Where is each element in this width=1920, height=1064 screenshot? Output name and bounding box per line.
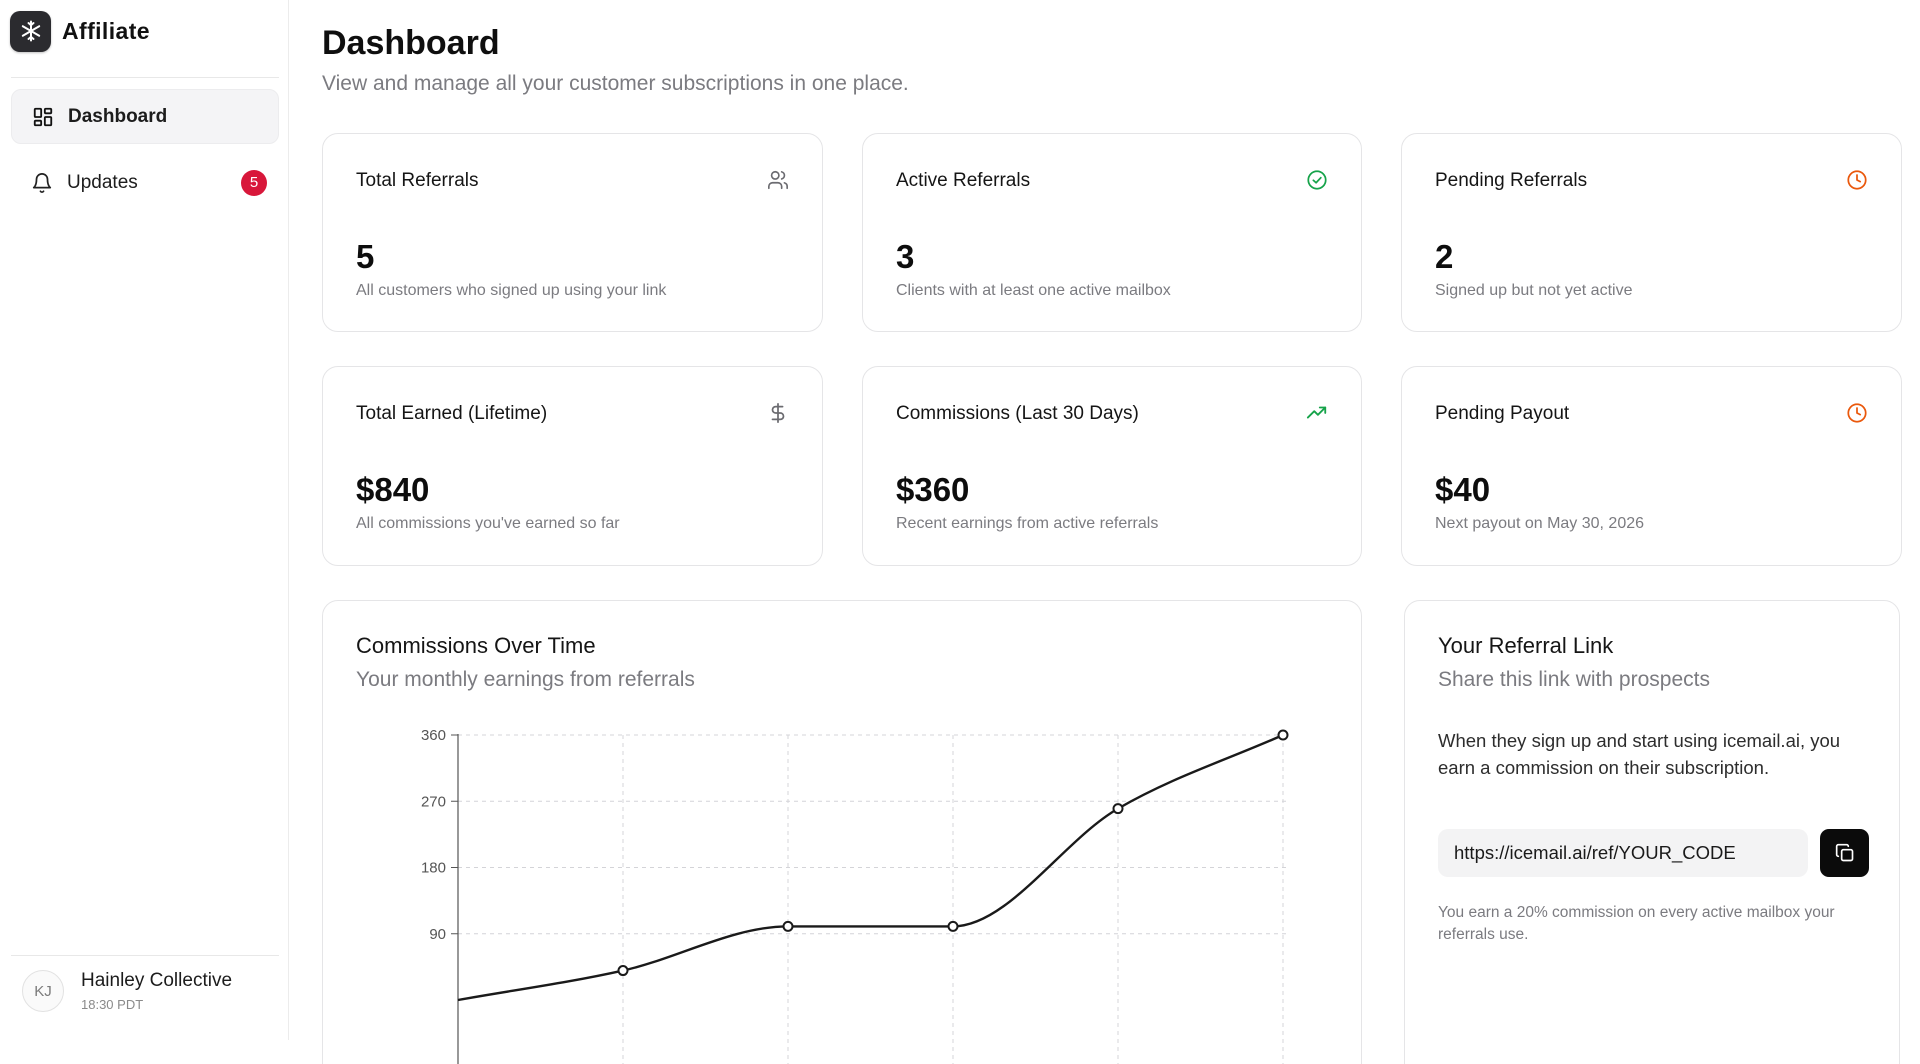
stat-card-pending-referrals: Pending Referrals 2 Signed up but not ye… bbox=[1401, 133, 1902, 332]
y-tick-label: 90 bbox=[429, 926, 446, 943]
y-tick-label: 270 bbox=[421, 793, 446, 810]
data-point bbox=[1112, 803, 1124, 815]
stat-label: Commissions (Last 30 Days) bbox=[896, 403, 1139, 424]
sidebar-item-updates[interactable]: Updates 5 bbox=[11, 155, 279, 210]
brand[interactable]: Affiliate bbox=[10, 10, 150, 52]
grid-icon bbox=[30, 104, 56, 130]
data-point bbox=[1277, 729, 1289, 741]
stat-description: All commissions you've earned so far bbox=[356, 515, 620, 532]
stat-value: 2 bbox=[1435, 238, 1454, 275]
sidebar-item-dashboard[interactable]: Dashboard bbox=[11, 89, 279, 144]
notification-badge: 5 bbox=[241, 169, 267, 196]
referral-link-field[interactable] bbox=[1438, 829, 1808, 877]
divider bbox=[11, 77, 279, 78]
stat-value: $360 bbox=[896, 471, 970, 508]
stat-card-active-referrals: Active Referrals 3 Clients with at least… bbox=[862, 133, 1362, 332]
stat-label: Pending Referrals bbox=[1435, 170, 1588, 191]
users-icon bbox=[766, 168, 790, 192]
stat-description: Signed up but not yet active bbox=[1435, 282, 1633, 299]
clock-icon bbox=[1845, 401, 1869, 425]
stat-description: Recent earnings from active referrals bbox=[896, 515, 1159, 532]
stat-description: Clients with at least one active mailbox bbox=[896, 282, 1171, 299]
user-profile[interactable]: KJ Hainley Collective 18:30 PDT bbox=[22, 970, 232, 1012]
divider bbox=[11, 955, 279, 956]
user-time: 18:30 PDT bbox=[81, 997, 144, 1012]
stat-value: $840 bbox=[356, 471, 430, 508]
sidebar-item-label: Dashboard bbox=[68, 105, 168, 127]
stat-label: Pending Payout bbox=[1435, 403, 1570, 424]
referral-title: Your Referral Link bbox=[1438, 633, 1614, 658]
clock-icon bbox=[1845, 168, 1869, 192]
stat-value: 3 bbox=[896, 238, 915, 275]
stat-value: $40 bbox=[1435, 471, 1491, 508]
data-point bbox=[617, 965, 629, 977]
data-point bbox=[947, 920, 959, 932]
y-tick-label: 360 bbox=[421, 727, 446, 744]
stat-value: 5 bbox=[356, 238, 375, 275]
referral-description: When they sign up and start using icemai… bbox=[1438, 730, 1841, 778]
y-tick-label: 180 bbox=[421, 860, 446, 877]
stat-card-commissions-30d: Commissions (Last 30 Days) $360 Recent e… bbox=[862, 366, 1362, 566]
stat-label: Total Referrals bbox=[356, 170, 479, 191]
sidebar-item-label: Updates bbox=[67, 171, 138, 193]
referral-subtitle: Share this link with prospects bbox=[1438, 668, 1710, 691]
copy-link-button[interactable] bbox=[1820, 829, 1869, 877]
avatar: KJ bbox=[22, 970, 64, 1012]
snowflake-icon bbox=[10, 10, 51, 52]
line-chart: 360 270 180 90 bbox=[421, 727, 1289, 1064]
referral-link-card: Your Referral Link Share this link with … bbox=[1404, 600, 1900, 1064]
stat-label: Active Referrals bbox=[896, 170, 1031, 191]
stat-description: All customers who signed up using your l… bbox=[356, 282, 667, 299]
user-name: Hainley Collective bbox=[81, 970, 233, 991]
copy-icon bbox=[1835, 843, 1855, 863]
dollar-icon bbox=[766, 401, 790, 425]
stat-label: Total Earned (Lifetime) bbox=[356, 403, 548, 424]
stat-card-total-referrals: Total Referrals 5 All customers who sign… bbox=[322, 133, 823, 332]
page-title: Dashboard bbox=[322, 24, 500, 62]
brand-name: Affiliate bbox=[62, 17, 150, 44]
trending-up-icon bbox=[1305, 401, 1329, 425]
data-point bbox=[782, 920, 794, 932]
commission-note: You earn a 20% commission on every activ… bbox=[1438, 904, 1835, 943]
stat-card-total-earned: Total Earned (Lifetime) $840 All commiss… bbox=[322, 366, 823, 566]
bell-icon bbox=[29, 170, 55, 196]
sidebar: Affiliate Dashboard Updates 5 KJ Hainley… bbox=[0, 0, 289, 1040]
page-subtitle: View and manage all your customer subscr… bbox=[322, 72, 909, 95]
stat-description: Next payout on May 30, 2026 bbox=[1435, 515, 1645, 532]
commissions-chart-card: Commissions Over Time Your monthly earni… bbox=[322, 600, 1362, 1064]
stat-card-pending-payout: Pending Payout $40 Next payout on May 30… bbox=[1401, 366, 1902, 566]
check-circle-icon bbox=[1305, 168, 1329, 192]
